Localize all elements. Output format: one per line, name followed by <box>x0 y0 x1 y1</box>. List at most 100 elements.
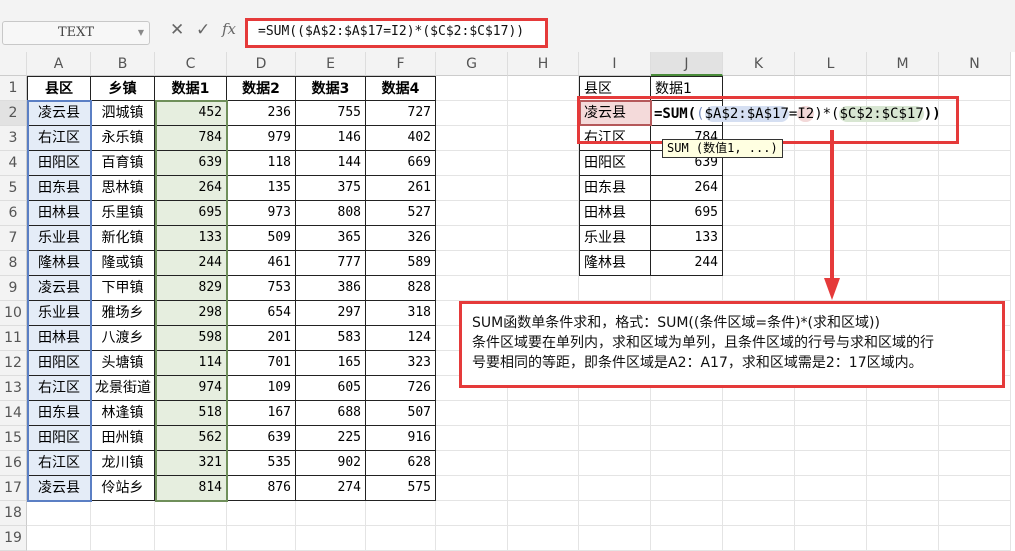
lookup-cell[interactable]: 244 <box>651 251 723 276</box>
cell[interactable] <box>867 201 939 226</box>
cell[interactable] <box>436 476 508 501</box>
cancel-icon[interactable]: ✕ <box>170 20 184 40</box>
table-header[interactable]: 县区 <box>27 76 91 101</box>
table-cell[interactable]: 876 <box>227 476 296 501</box>
row-header-9[interactable]: 9 <box>0 276 27 301</box>
table-cell[interactable]: 527 <box>366 201 436 226</box>
table-cell[interactable]: 201 <box>227 326 296 351</box>
table-cell[interactable]: 808 <box>296 201 366 226</box>
select-all-corner[interactable] <box>0 52 27 76</box>
table-cell[interactable]: 261 <box>366 176 436 201</box>
cell[interactable] <box>436 201 508 226</box>
cell[interactable] <box>867 476 939 501</box>
row-header-18[interactable]: 18 <box>0 501 27 526</box>
in-cell-formula[interactable]: =SUM(($A$2:$A$17=I2)*($C$2:$C$17)) <box>654 106 941 122</box>
table-cell[interactable]: 隆或镇 <box>91 251 155 276</box>
cell[interactable] <box>867 501 939 526</box>
cell[interactable] <box>867 401 939 426</box>
cell[interactable] <box>508 126 579 151</box>
row-header-15[interactable]: 15 <box>0 426 27 451</box>
cell[interactable] <box>939 451 1011 476</box>
cell[interactable] <box>27 501 91 526</box>
cell[interactable] <box>508 501 579 526</box>
column-header-D[interactable]: D <box>227 52 296 76</box>
cell[interactable] <box>867 526 939 551</box>
cell[interactable] <box>939 176 1011 201</box>
column-header-N[interactable]: N <box>939 52 1011 76</box>
table-cell[interactable]: 135 <box>227 176 296 201</box>
cell[interactable] <box>939 226 1011 251</box>
column-header-C[interactable]: C <box>155 52 227 76</box>
row-header-16[interactable]: 16 <box>0 451 27 476</box>
cell[interactable] <box>436 251 508 276</box>
table-cell[interactable]: 永乐镇 <box>91 126 155 151</box>
column-header-E[interactable]: E <box>296 52 366 76</box>
fx-icon[interactable]: fx <box>222 20 236 38</box>
cell[interactable] <box>508 476 579 501</box>
table-cell[interactable]: 龙景街道 <box>91 376 155 401</box>
row-header-12[interactable]: 12 <box>0 351 27 376</box>
cell[interactable] <box>723 251 795 276</box>
cell[interactable] <box>651 476 723 501</box>
table-cell[interactable]: 509 <box>227 226 296 251</box>
table-cell[interactable]: 318 <box>366 301 436 326</box>
cell[interactable] <box>939 151 1011 176</box>
cell[interactable] <box>939 476 1011 501</box>
cell[interactable] <box>867 176 939 201</box>
table-cell[interactable]: 下甲镇 <box>91 276 155 301</box>
table-cell[interactable]: 236 <box>227 101 296 126</box>
cell[interactable] <box>723 426 795 451</box>
table-cell[interactable]: 828 <box>366 276 436 301</box>
table-cell[interactable]: 思林镇 <box>91 176 155 201</box>
row-header-19[interactable]: 19 <box>0 526 27 551</box>
row-header-1[interactable]: 1 <box>0 76 27 101</box>
cell[interactable] <box>795 476 867 501</box>
cell[interactable] <box>939 526 1011 551</box>
table-cell[interactable]: 167 <box>227 401 296 426</box>
column-header-I[interactable]: I <box>579 52 651 76</box>
cell[interactable] <box>651 426 723 451</box>
table-cell[interactable]: 726 <box>366 376 436 401</box>
row-header-3[interactable]: 3 <box>0 126 27 151</box>
row-header-6[interactable]: 6 <box>0 201 27 226</box>
row-header-10[interactable]: 10 <box>0 301 27 326</box>
column-header-H[interactable]: H <box>508 52 579 76</box>
cell[interactable] <box>579 501 651 526</box>
cell[interactable] <box>723 526 795 551</box>
table-header[interactable]: 数据4 <box>366 76 436 101</box>
table-cell[interactable]: 535 <box>227 451 296 476</box>
table-cell[interactable]: 575 <box>366 476 436 501</box>
row-header-14[interactable]: 14 <box>0 401 27 426</box>
column-header-L[interactable]: L <box>795 52 867 76</box>
cell[interactable] <box>795 501 867 526</box>
cell[interactable] <box>436 401 508 426</box>
cell[interactable] <box>651 526 723 551</box>
table-cell[interactable]: 118 <box>227 151 296 176</box>
table-cell[interactable]: 323 <box>366 351 436 376</box>
row-header-7[interactable]: 7 <box>0 226 27 251</box>
table-cell[interactable]: 头塘镇 <box>91 351 155 376</box>
table-cell[interactable]: 701 <box>227 351 296 376</box>
chevron-down-icon[interactable]: ▼ <box>138 22 144 44</box>
cell[interactable] <box>579 426 651 451</box>
cell[interactable] <box>508 201 579 226</box>
table-cell[interactable]: 109 <box>227 376 296 401</box>
cell[interactable] <box>939 251 1011 276</box>
cell[interactable] <box>508 276 579 301</box>
row-header-11[interactable]: 11 <box>0 326 27 351</box>
table-cell[interactable]: 新化镇 <box>91 226 155 251</box>
row-header-17[interactable]: 17 <box>0 476 27 501</box>
cell[interactable] <box>867 276 939 301</box>
cell[interactable] <box>651 501 723 526</box>
cell[interactable] <box>436 101 508 126</box>
table-cell[interactable]: 124 <box>366 326 436 351</box>
table-cell[interactable]: 654 <box>227 301 296 326</box>
table-cell[interactable]: 753 <box>227 276 296 301</box>
row-header-4[interactable]: 4 <box>0 151 27 176</box>
table-cell[interactable]: 902 <box>296 451 366 476</box>
column-header-F[interactable]: F <box>366 52 436 76</box>
table-cell[interactable]: 田州镇 <box>91 426 155 451</box>
row-header-13[interactable]: 13 <box>0 376 27 401</box>
cell[interactable] <box>579 276 651 301</box>
row-header-5[interactable]: 5 <box>0 176 27 201</box>
